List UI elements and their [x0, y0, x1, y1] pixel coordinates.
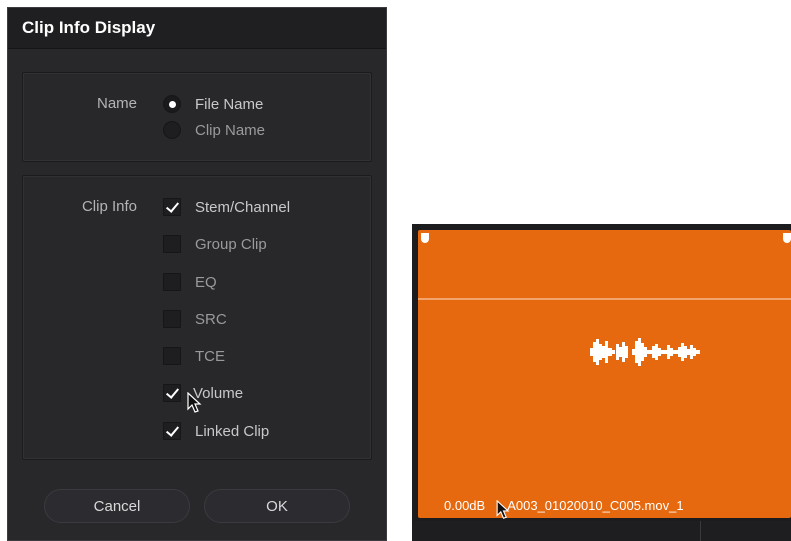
audio-waveform-icon [590, 338, 700, 366]
mouse-cursor-icon [496, 500, 510, 519]
clip-volume-line[interactable] [418, 298, 791, 300]
checkbox[interactable] [163, 273, 181, 291]
dialog-title: Clip Info Display [8, 8, 386, 49]
mouse-cursor-icon [187, 392, 202, 413]
checkbox-label: Group Clip [195, 235, 267, 253]
checkbox-checked[interactable] [163, 384, 181, 402]
radio-file-name[interactable]: File Name [163, 93, 263, 115]
audio-clip[interactable]: 0.00dB A003_01020010_C005.mov_1 [418, 230, 791, 519]
radio-label: File Name [195, 95, 264, 113]
checkbox-src[interactable]: SRC [163, 308, 227, 330]
radio-label: Clip Name [195, 121, 266, 139]
radio-button[interactable] [163, 121, 181, 139]
clip-start-handle-icon[interactable] [421, 233, 429, 243]
checkbox-tce[interactable]: TCE [163, 345, 225, 367]
clip-footer: 0.00dB A003_01020010_C005.mov_1 [418, 492, 791, 518]
checkbox-eq[interactable]: EQ [163, 271, 217, 293]
radio-clip-name[interactable]: Clip Name [163, 119, 265, 141]
radio-button-selected[interactable] [163, 95, 181, 113]
clip-file-name: A003_01020010_C005.mov_1 [507, 497, 684, 513]
checkbox-checked[interactable] [163, 422, 181, 440]
clip-volume-value[interactable]: 0.00dB [444, 498, 485, 513]
checkbox-label: SRC [195, 310, 227, 328]
checkbox-label: EQ [195, 273, 217, 291]
clip-end-handle-icon[interactable] [783, 233, 791, 243]
clip-info-display-dialog: Clip Info Display Name File Name Clip Na… [7, 7, 387, 541]
name-section-label: Name [96, 95, 137, 112]
checkbox[interactable] [163, 235, 181, 253]
checkbox-label: TCE [195, 347, 225, 365]
next-track-lane [412, 521, 791, 541]
checkbox[interactable] [163, 347, 181, 365]
checkbox-label: Linked Clip [195, 422, 270, 440]
checkbox-label: Stem/Channel [195, 198, 291, 216]
track-divider [700, 521, 701, 541]
checkbox-checked[interactable] [163, 198, 181, 216]
checkbox-volume[interactable]: Volume [163, 382, 243, 404]
checkbox-stem-channel[interactable]: Stem/Channel [163, 196, 290, 218]
checkbox[interactable] [163, 310, 181, 328]
clip-info-section: Clip Info Stem/Channel Group Clip EQ SRC… [22, 175, 372, 460]
timeline-track-area: 0.00dB A003_01020010_C005.mov_1 [412, 224, 791, 541]
name-section: Name File Name Clip Name [22, 72, 372, 162]
clip-info-section-label: Clip Info [81, 198, 137, 215]
checkbox-group-clip[interactable]: Group Clip [163, 233, 267, 255]
ok-button[interactable]: OK [204, 489, 350, 523]
cancel-button[interactable]: Cancel [44, 489, 190, 523]
checkbox-linked-clip[interactable]: Linked Clip [163, 420, 269, 442]
